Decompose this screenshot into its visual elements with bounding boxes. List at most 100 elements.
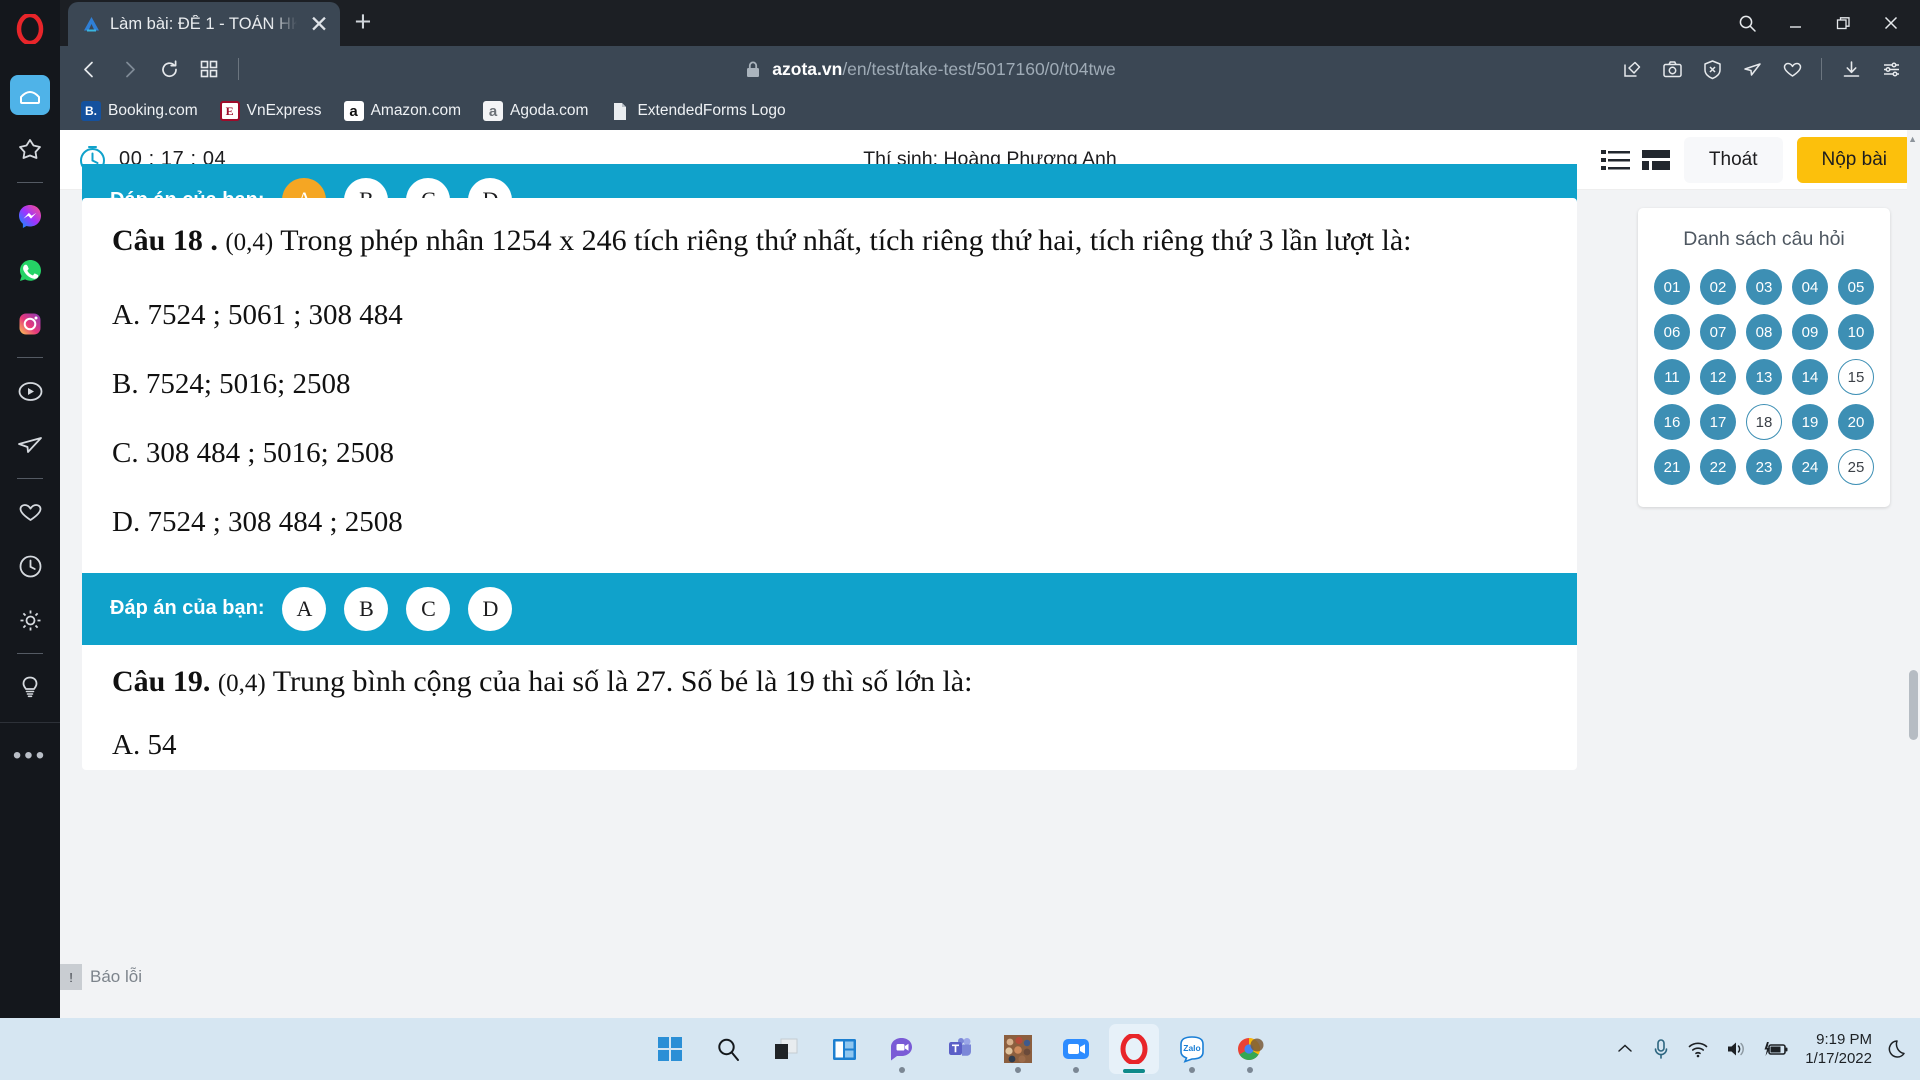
your-answer-option-d[interactable]: D: [468, 586, 513, 631]
sidebar-item-settings[interactable]: [10, 600, 50, 640]
chrome-icon[interactable]: [1225, 1024, 1275, 1074]
question-chip[interactable]: 23: [1746, 449, 1782, 485]
bookmark-extendedforms[interactable]: ExtendedForms Logo: [601, 97, 794, 125]
widgets-icon[interactable]: [819, 1024, 869, 1074]
moon-icon[interactable]: [1888, 1038, 1910, 1060]
battery-charging-icon[interactable]: [1763, 1039, 1789, 1059]
taskbar-search-icon[interactable]: [703, 1024, 753, 1074]
report-error[interactable]: ! Báo lỗi: [60, 964, 142, 990]
question-chip[interactable]: 05: [1838, 269, 1874, 305]
sidebar-item-tips[interactable]: [10, 667, 50, 707]
wifi-icon[interactable]: [1687, 1039, 1709, 1059]
question-list-title: Danh sách câu hỏi: [1683, 228, 1845, 250]
your-answer-option-a[interactable]: A: [282, 586, 327, 631]
sidebar-item-pinboard[interactable]: [10, 492, 50, 532]
question-chip[interactable]: 03: [1746, 269, 1782, 305]
sidebar-item-history[interactable]: [10, 546, 50, 586]
sidebar-item-whatsapp[interactable]: [10, 250, 50, 290]
sidebar-item-messenger[interactable]: [10, 196, 50, 236]
question-chip[interactable]: 19: [1792, 404, 1828, 440]
question-option-a[interactable]: A. 7524 ; 5061 ; 308 484: [112, 299, 1547, 332]
question-chip[interactable]: 08: [1746, 314, 1782, 350]
question-chip[interactable]: 21: [1654, 449, 1690, 485]
your-answer-option-c[interactable]: C: [406, 586, 451, 631]
question-chip[interactable]: 07: [1700, 314, 1736, 350]
opera-logo-icon[interactable]: [0, 8, 60, 50]
start-button[interactable]: [645, 1024, 695, 1074]
page-scrollbar[interactable]: ▲: [1907, 130, 1920, 1018]
question-chip[interactable]: 09: [1792, 314, 1828, 350]
question-chip-current[interactable]: 18: [1746, 404, 1782, 440]
sidebar-item-telegram[interactable]: [10, 425, 50, 465]
question-chip[interactable]: 12: [1700, 359, 1736, 395]
question-chip[interactable]: 24: [1792, 449, 1828, 485]
window-restore-button[interactable]: [1820, 4, 1866, 42]
question-chip[interactable]: 01: [1654, 269, 1690, 305]
scroll-up-arrow[interactable]: ▲: [1908, 134, 1917, 144]
question-chip[interactable]: 11: [1654, 359, 1690, 395]
bookmark-amazon[interactable]: a Amazon.com: [335, 97, 470, 125]
sidebar-item-more[interactable]: •••: [10, 736, 50, 776]
zoom-icon[interactable]: [1051, 1024, 1101, 1074]
question-chip[interactable]: 06: [1654, 314, 1690, 350]
question-option-b[interactable]: B. 7524; 5016; 2508: [112, 368, 1547, 401]
sidebar-item-home[interactable]: [10, 75, 50, 115]
forward-button[interactable]: [110, 52, 148, 86]
chevron-up-icon[interactable]: [1615, 1039, 1635, 1059]
task-view-icon[interactable]: [761, 1024, 811, 1074]
question-chip[interactable]: 04: [1792, 269, 1828, 305]
download-icon[interactable]: [1832, 52, 1870, 86]
list-view-icon[interactable]: [1600, 147, 1631, 173]
browser-tab[interactable]: Làm bài: ĐỀ 1 - TOÁN HK1 ✕: [68, 2, 340, 46]
question-chip[interactable]: 16: [1654, 404, 1690, 440]
question-chip[interactable]: 14: [1792, 359, 1828, 395]
tab-gallery-button[interactable]: [190, 52, 228, 86]
new-tab-button[interactable]: +: [340, 2, 386, 46]
screen: ••• Làm bài: ĐỀ 1 - TOÁN HK1 ✕ + azota.v…: [0, 0, 1920, 1080]
sidebar-item-instagram[interactable]: [10, 304, 50, 344]
question-option-c[interactable]: C. 308 484 ; 5016; 2508: [112, 437, 1547, 470]
opera-taskbar-icon[interactable]: [1109, 1024, 1159, 1074]
send-icon[interactable]: [1733, 52, 1771, 86]
window-minimize-button[interactable]: [1772, 4, 1818, 42]
snapshot-icon[interactable]: [1653, 52, 1691, 86]
question-chip[interactable]: 13: [1746, 359, 1782, 395]
heart-icon[interactable]: [1773, 52, 1811, 86]
question-chip[interactable]: 02: [1700, 269, 1736, 305]
sidebar-item-favorites[interactable]: [10, 129, 50, 169]
question-chip[interactable]: 25: [1838, 449, 1874, 485]
tab-close-icon[interactable]: ✕: [306, 11, 332, 38]
reload-button[interactable]: [150, 52, 188, 86]
sidebar-item-player[interactable]: [10, 371, 50, 411]
window-close-button[interactable]: [1868, 4, 1914, 42]
submit-button[interactable]: Nộp bài: [1796, 136, 1912, 183]
teams-icon[interactable]: [935, 1024, 985, 1074]
question-option-d[interactable]: D. 7524 ; 308 484 ; 2508: [112, 506, 1547, 539]
bookmark-booking[interactable]: B. Booking.com: [72, 97, 207, 125]
window-search-icon[interactable]: [1724, 4, 1770, 42]
bookmark-vnexpress[interactable]: E VnExpress: [211, 97, 331, 125]
question-chip[interactable]: 17: [1700, 404, 1736, 440]
next-question-option-a[interactable]: A. 54: [112, 729, 1547, 762]
question-chip[interactable]: 15: [1838, 359, 1874, 395]
zalo-icon[interactable]: Zalo: [1167, 1024, 1217, 1074]
pin-board-icon[interactable]: [1613, 52, 1651, 86]
clock[interactable]: 9:19 PM 1/17/2022: [1805, 1030, 1872, 1068]
address-bar[interactable]: azota.vn/en/test/take-test/5017160/0/t04…: [249, 59, 1611, 80]
back-button[interactable]: [70, 52, 108, 86]
photos-icon[interactable]: [993, 1024, 1043, 1074]
chat-icon[interactable]: [877, 1024, 927, 1074]
your-answer-option-b[interactable]: B: [344, 586, 389, 631]
question-chip[interactable]: 20: [1838, 404, 1874, 440]
clock-date: 1/17/2022: [1805, 1050, 1872, 1067]
easy-setup-icon[interactable]: [1872, 52, 1910, 86]
microphone-icon[interactable]: [1651, 1038, 1671, 1060]
question-chip[interactable]: 10: [1838, 314, 1874, 350]
adblock-icon[interactable]: [1693, 52, 1731, 86]
exit-button[interactable]: Thoát: [1683, 136, 1783, 183]
grid-view-icon[interactable]: [1641, 147, 1670, 173]
scrollbar-thumb[interactable]: [1909, 670, 1918, 740]
speaker-icon[interactable]: [1725, 1039, 1747, 1059]
bookmark-agoda[interactable]: a Agoda.com: [474, 97, 597, 125]
question-chip[interactable]: 22: [1700, 449, 1736, 485]
